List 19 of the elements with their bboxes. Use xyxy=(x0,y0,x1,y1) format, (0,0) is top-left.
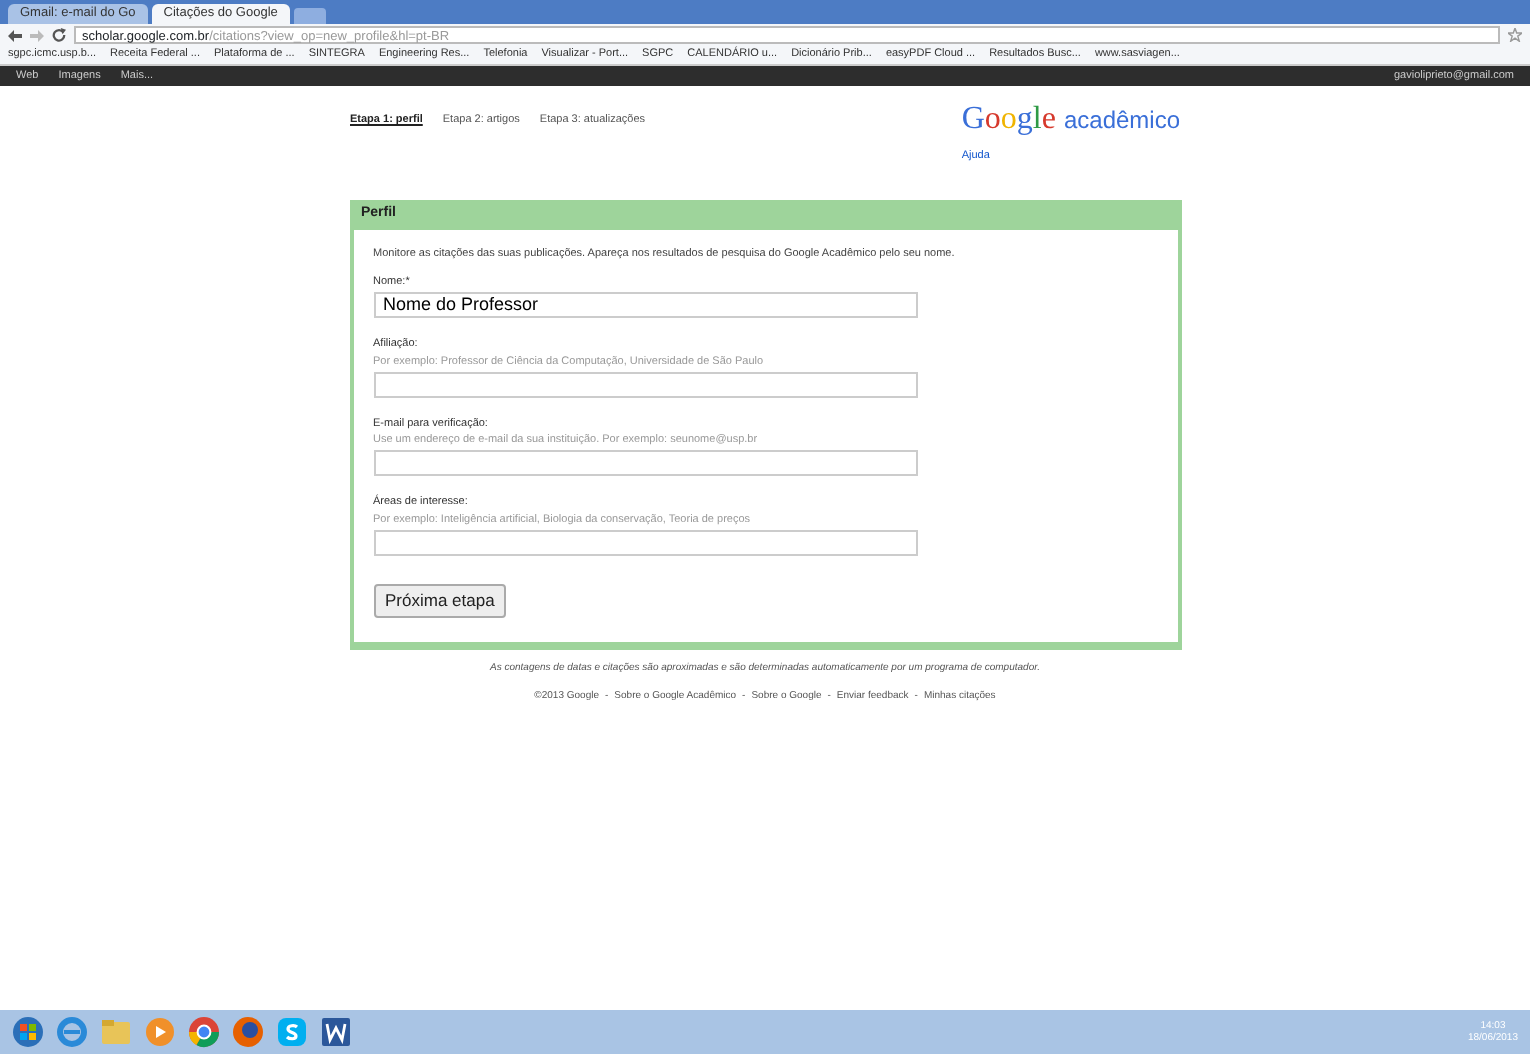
folder-icon[interactable] xyxy=(100,1016,132,1048)
play-icon[interactable] xyxy=(144,1016,176,1048)
s-app-icon[interactable] xyxy=(276,1016,308,1048)
reload-icon[interactable] xyxy=(52,28,66,42)
forward-icon[interactable] xyxy=(30,29,44,41)
start-button[interactable] xyxy=(12,1016,44,1048)
circle-app-icon[interactable] xyxy=(188,1016,220,1048)
star-icon[interactable] xyxy=(1508,28,1522,42)
browser-e-icon[interactable] xyxy=(56,1016,88,1048)
next-step-button[interactable]: Próxima etapa xyxy=(373,583,507,617)
back-icon[interactable] xyxy=(8,29,22,41)
w-document-icon[interactable] xyxy=(320,1016,352,1048)
input-field[interactable] xyxy=(373,529,917,556)
globe-app-icon[interactable] xyxy=(232,1016,264,1048)
input-field[interactable] xyxy=(373,371,917,398)
new-tab-button[interactable] xyxy=(293,8,326,24)
input-field[interactable]: Nome do Professor xyxy=(373,292,917,319)
google-academico-logo: Google acadêmico xyxy=(961,102,1180,138)
input-field[interactable] xyxy=(373,450,917,477)
